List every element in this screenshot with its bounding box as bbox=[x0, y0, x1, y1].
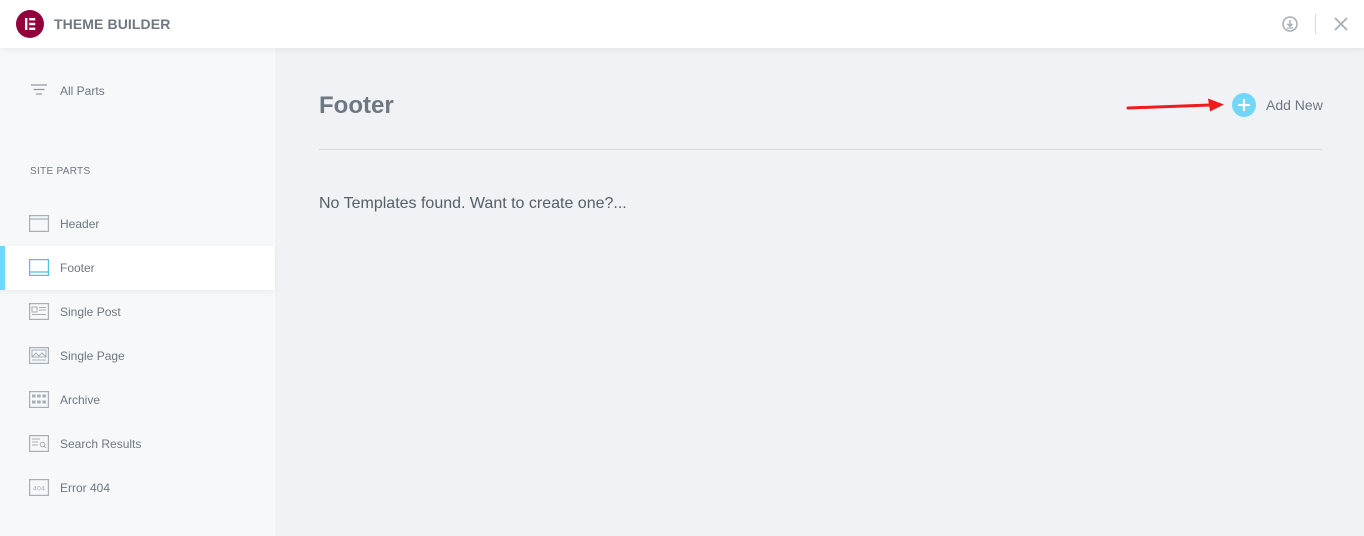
sidebar-item-archive[interactable]: Archive bbox=[0, 378, 275, 422]
sidebar-item-label: Search Results bbox=[60, 437, 142, 451]
sidebar-item-single-post[interactable]: Single Post bbox=[0, 290, 275, 334]
svg-text:404: 404 bbox=[33, 484, 45, 492]
single-post-icon bbox=[29, 303, 49, 325]
sidebar-item-footer[interactable]: Footer bbox=[0, 246, 275, 290]
sidebar-item-label: Error 404 bbox=[60, 481, 111, 495]
footer-layout-icon bbox=[29, 259, 49, 281]
filter-lines-icon bbox=[31, 83, 47, 102]
sidebar: All Parts SITE PARTS Header Footer Singl… bbox=[0, 48, 275, 536]
plus-circle-icon bbox=[1232, 93, 1256, 117]
sidebar-item-label: Archive bbox=[60, 393, 101, 407]
title-divider bbox=[319, 149, 1322, 150]
sidebar-item-error-404[interactable]: 404 Error 404 bbox=[0, 466, 275, 510]
sidebar-item-label: Footer bbox=[60, 261, 95, 275]
sidebar-item-label: Header bbox=[60, 217, 100, 231]
app-title: THEME BUILDER bbox=[54, 16, 171, 32]
sidebar-item-search-results[interactable]: Search Results bbox=[0, 422, 275, 466]
top-bar: THEME BUILDER bbox=[0, 0, 1364, 48]
sidebar-item-single-page[interactable]: Single Page bbox=[0, 334, 275, 378]
sidebar-item-header[interactable]: Header bbox=[0, 202, 275, 246]
elementor-logo-icon bbox=[16, 10, 44, 38]
error-404-icon: 404 bbox=[29, 479, 49, 501]
download-circle-icon[interactable] bbox=[1281, 15, 1299, 33]
sidebar-item-label: Single Page bbox=[60, 349, 125, 363]
annotation-arrow-icon bbox=[1126, 94, 1226, 121]
close-icon[interactable] bbox=[1332, 15, 1350, 33]
sidebar-item-label: All Parts bbox=[60, 84, 105, 98]
header-divider bbox=[1315, 14, 1316, 34]
empty-state-message: No Templates found. Want to create one?.… bbox=[319, 195, 627, 212]
section-title: SITE PARTS bbox=[30, 166, 91, 177]
add-new-label: Add New bbox=[1266, 97, 1323, 113]
header-layout-icon bbox=[29, 215, 49, 237]
add-new-button[interactable]: Add New bbox=[1232, 93, 1324, 117]
page-title: Footer bbox=[319, 92, 394, 119]
single-page-icon bbox=[29, 347, 49, 369]
sidebar-item-all-parts[interactable]: All Parts bbox=[0, 74, 275, 108]
search-results-icon bbox=[29, 435, 49, 457]
sidebar-item-label: Single Post bbox=[60, 305, 121, 319]
archive-grid-icon bbox=[29, 391, 49, 413]
